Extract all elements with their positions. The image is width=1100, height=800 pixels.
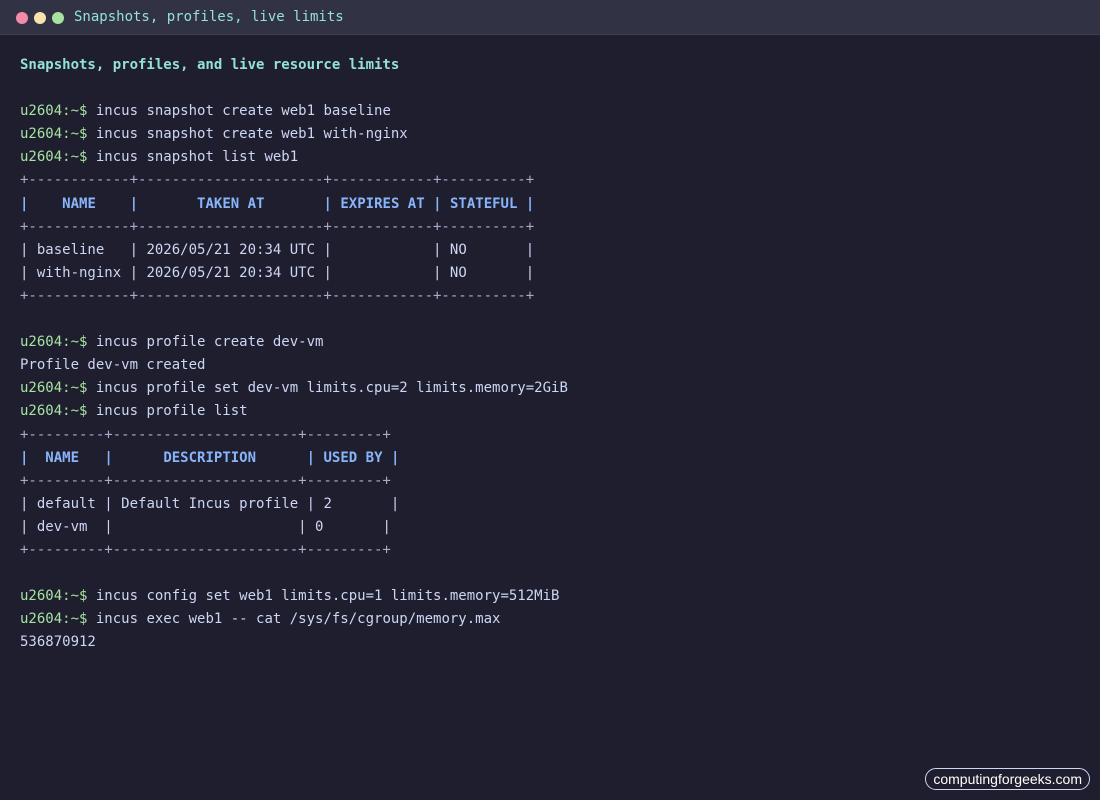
table-cell: NO [449, 241, 467, 258]
table-border: +---------+----------------------+------… [20, 472, 391, 489]
table-cell: baseline [36, 241, 105, 258]
command-line: u2604:~$ incus profile set dev-vm limits… [20, 377, 1080, 400]
shell-prompt: u2604:~$ [20, 149, 88, 166]
shell-prompt: u2604:~$ [20, 588, 88, 605]
command-text: incus config set web1 limits.cpu=1 limit… [95, 588, 560, 605]
command-text: incus profile create dev-vm [95, 334, 324, 351]
minimize-window-button[interactable] [34, 12, 46, 24]
column-header: NAME [45, 449, 80, 466]
table-cell: with-nginx [36, 264, 122, 281]
table-cell: 2026/05/21 20:34 UTC [146, 264, 316, 281]
section-heading: Snapshots, profiles, and live resource l… [20, 57, 400, 73]
table-header-row: | NAME | TAKEN AT | EXPIRES AT | STATEFU… [20, 195, 535, 212]
command-line: u2604:~$ incus profile create dev-vm [20, 331, 1080, 354]
table-row: | baseline | 2026/05/21 20:34 UTC | | NO… [20, 241, 535, 258]
shell-prompt: u2604:~$ [20, 126, 88, 143]
command-output: 536870912 [20, 634, 96, 651]
close-window-button[interactable] [16, 12, 28, 24]
site-watermark: computingforgeeks.com [925, 768, 1090, 790]
shell-prompt: u2604:~$ [20, 611, 88, 628]
table-cell: Default Incus profile [121, 495, 299, 512]
command-line: u2604:~$ incus profile list [20, 400, 1080, 423]
table-cell: 2 [323, 495, 332, 512]
column-header: EXPIRES AT [340, 195, 425, 212]
command-text: incus profile set dev-vm limits.cpu=2 li… [95, 380, 568, 397]
command-text: incus snapshot list web1 [95, 149, 299, 166]
table-row: | with-nginx | 2026/05/21 20:34 UTC | | … [20, 264, 535, 281]
column-header: USED BY [323, 449, 383, 466]
table-border: +---------+----------------------+------… [20, 541, 391, 558]
command-line: u2604:~$ incus snapshot create web1 base… [20, 100, 1080, 123]
command-line: u2604:~$ incus snapshot list web1 [20, 146, 1080, 169]
table-border: +------------+----------------------+---… [20, 218, 535, 235]
terminal-output[interactable]: Snapshots, profiles, and live resource l… [20, 54, 1080, 654]
maximize-window-button[interactable] [52, 12, 64, 24]
shell-prompt: u2604:~$ [20, 403, 88, 420]
command-text: incus snapshot create web1 with-nginx [95, 126, 408, 143]
command-line: u2604:~$ incus exec web1 -- cat /sys/fs/… [20, 608, 1080, 631]
table-border: +------------+----------------------+---… [20, 172, 535, 189]
table-border: +---------+----------------------+------… [20, 426, 391, 443]
table-header-row: | NAME | DESCRIPTION | USED BY | [20, 449, 400, 466]
shell-prompt: u2604:~$ [20, 380, 88, 397]
table-cell: default [36, 495, 96, 512]
table-row: | dev-vm | | 0 | [20, 518, 391, 535]
window-titlebar: Snapshots, profiles, live limits [0, 0, 1100, 35]
command-text: incus profile list [95, 403, 248, 420]
window-title: Snapshots, profiles, live limits [74, 9, 344, 25]
shell-prompt: u2604:~$ [20, 103, 88, 120]
command-text: incus exec web1 -- cat /sys/fs/cgroup/me… [95, 611, 501, 628]
shell-prompt: u2604:~$ [20, 334, 88, 351]
column-header: DESCRIPTION [163, 449, 257, 466]
command-text: incus snapshot create web1 baseline [95, 103, 391, 120]
column-header: STATEFUL [449, 195, 518, 212]
command-output: Profile dev-vm created [20, 357, 206, 374]
column-header: NAME [62, 195, 96, 212]
table-cell: 2026/05/21 20:34 UTC [146, 241, 316, 258]
command-line: u2604:~$ incus config set web1 limits.cp… [20, 585, 1080, 608]
table-cell: dev-vm [36, 518, 88, 535]
table-border: +------------+----------------------+---… [20, 287, 535, 304]
command-line: u2604:~$ incus snapshot create web1 with… [20, 123, 1080, 146]
column-header: TAKEN AT [197, 195, 265, 212]
table-row: | default | Default Incus profile | 2 | [20, 495, 400, 512]
table-cell: NO [449, 264, 467, 281]
